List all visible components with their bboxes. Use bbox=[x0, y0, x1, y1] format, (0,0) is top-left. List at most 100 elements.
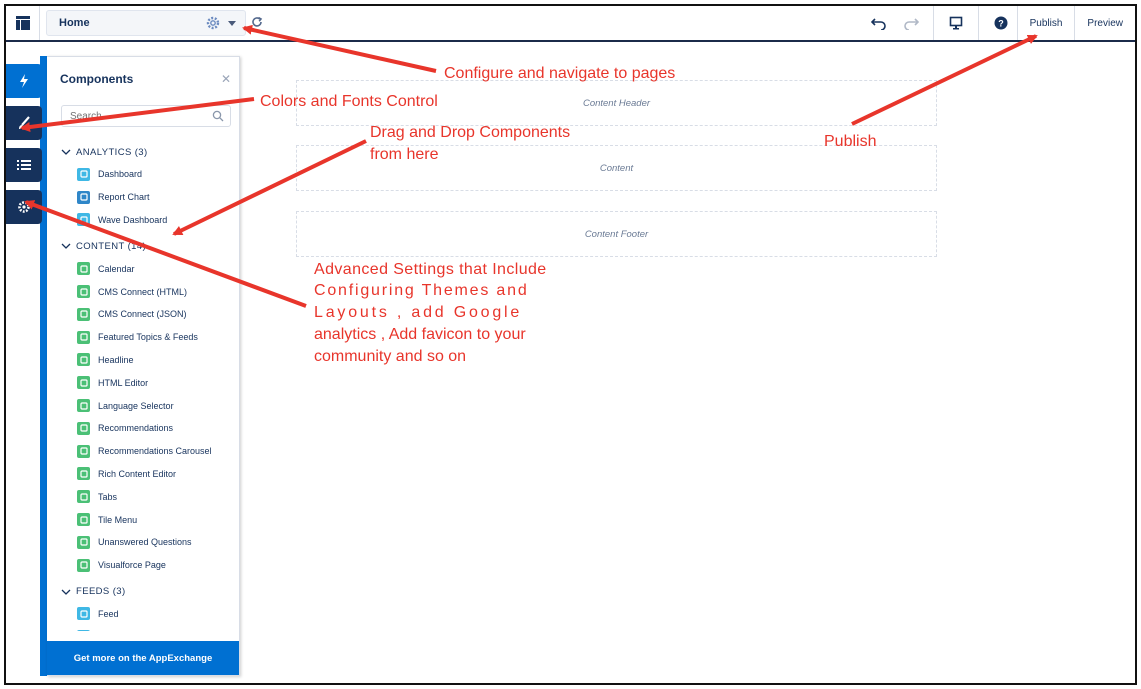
recommendations-icon bbox=[77, 421, 90, 435]
content-footer-region[interactable]: Content Footer bbox=[296, 211, 937, 257]
page-settings-gear-icon[interactable] bbox=[204, 14, 222, 32]
component-item[interactable]: Dashboard bbox=[47, 163, 239, 186]
component-item-label: Recommendations Carousel bbox=[98, 446, 212, 457]
annotation-advanced-line4: analytics , Add favicon to your bbox=[314, 326, 526, 343]
component-list: ANALYTICS (3) Dashboard Report Chart Wave D… bbox=[47, 137, 239, 631]
chevron-down-icon bbox=[61, 589, 71, 595]
cms-html-icon bbox=[77, 285, 90, 299]
component-group-header[interactable]: FEEDS (3) bbox=[47, 581, 239, 603]
chevron-down-icon[interactable] bbox=[228, 21, 236, 26]
search-input[interactable] bbox=[62, 106, 202, 127]
component-item[interactable]: CMS Connect (JSON) bbox=[47, 303, 239, 326]
device-preview-icon[interactable] bbox=[946, 13, 966, 33]
component-item[interactable]: HTML Editor bbox=[47, 371, 239, 394]
component-item[interactable]: Rich Content Editor bbox=[47, 463, 239, 486]
components-rail-button[interactable] bbox=[6, 64, 42, 98]
close-icon[interactable]: ✕ bbox=[221, 72, 231, 86]
recommendations-carousel-icon bbox=[77, 444, 90, 458]
feed-icon bbox=[77, 607, 90, 621]
page-structure-rail-button[interactable] bbox=[6, 148, 42, 182]
component-item[interactable]: Report Chart bbox=[47, 186, 239, 209]
dashboard-icon bbox=[77, 167, 90, 181]
component-search[interactable] bbox=[61, 105, 231, 127]
rich-content-editor-icon bbox=[77, 467, 90, 481]
component-item-label: Headline bbox=[98, 354, 134, 365]
wave-dashboard-icon bbox=[77, 213, 90, 227]
unanswered-questions-icon bbox=[77, 535, 90, 549]
chevron-down-icon bbox=[61, 243, 71, 250]
html-editor-icon bbox=[77, 376, 90, 390]
lightning-icon bbox=[20, 74, 28, 88]
component-item[interactable]: Featured Topics & Feeds bbox=[47, 326, 239, 349]
app-menu-icon[interactable] bbox=[6, 6, 40, 40]
calendar-icon bbox=[77, 262, 90, 276]
component-item[interactable]: Visualforce Page bbox=[47, 554, 239, 577]
component-item-label: Feed bbox=[98, 608, 119, 619]
component-item-label: HTML Editor bbox=[98, 377, 149, 388]
help-icon[interactable]: ? bbox=[991, 13, 1011, 33]
page-selector[interactable]: Home bbox=[46, 10, 246, 36]
builder-window: Home ? Publish Preview Components ✕ Sear… bbox=[4, 4, 1137, 685]
annotation-pages: Configure and navigate to pages bbox=[444, 65, 676, 82]
component-group-label: CONTENT (14) bbox=[76, 240, 147, 252]
list-icon bbox=[17, 160, 31, 170]
component-group-header[interactable]: ANALYTICS (3) bbox=[47, 141, 239, 163]
component-item[interactable]: Tabs bbox=[47, 485, 239, 508]
tabs-icon bbox=[77, 490, 90, 504]
annotation-advanced-line5: community and so on bbox=[314, 348, 467, 365]
publish-button[interactable]: Publish bbox=[1016, 6, 1076, 40]
component-item[interactable]: Language Selector bbox=[47, 394, 239, 417]
component-item[interactable]: Headline bbox=[47, 349, 239, 372]
component-item-label: Rich Content Editor bbox=[98, 468, 177, 479]
component-item-label: Dashboard bbox=[98, 169, 143, 180]
component-item[interactable]: Tile Menu bbox=[47, 508, 239, 531]
component-group-header[interactable]: CONTENT (14) bbox=[47, 235, 239, 257]
annotation-advanced-line1: Advanced Settings that Include bbox=[314, 261, 547, 278]
builder-left-rail bbox=[6, 56, 48, 683]
component-group-label: FEEDS (3) bbox=[76, 586, 126, 598]
settings-rail-button[interactable] bbox=[6, 190, 42, 224]
annotation-colors: Colors and Fonts Control bbox=[260, 93, 438, 110]
component-item[interactable]: Calendar bbox=[47, 257, 239, 280]
headline-icon bbox=[77, 353, 90, 367]
component-item-label: Featured Topics & Feeds bbox=[98, 332, 198, 343]
component-item-label: Language Selector bbox=[98, 400, 174, 411]
component-item[interactable]: Recommendations bbox=[47, 417, 239, 440]
annotation-publish: Publish bbox=[824, 133, 877, 150]
gear-icon bbox=[18, 201, 30, 213]
component-item[interactable]: Feed Compact bbox=[47, 625, 239, 631]
cms-json-icon bbox=[77, 307, 90, 321]
component-item[interactable]: CMS Connect (HTML) bbox=[47, 280, 239, 303]
feed-compact-icon bbox=[77, 630, 90, 631]
appexchange-button[interactable]: Get more on the AppExchange bbox=[47, 641, 239, 675]
components-panel: Components ✕ ANALYTICS (3) Dashboard Repor… bbox=[47, 56, 240, 676]
toolbar-divider bbox=[932, 6, 934, 40]
component-item-label: Recommendations bbox=[98, 423, 174, 434]
undo-icon[interactable] bbox=[869, 13, 889, 33]
theme-rail-button[interactable] bbox=[6, 106, 42, 140]
component-item-label: Wave Dashboard bbox=[98, 214, 168, 225]
component-item[interactable]: Recommendations Carousel bbox=[47, 440, 239, 463]
svg-text:?: ? bbox=[998, 19, 1004, 29]
component-item[interactable]: Feed bbox=[47, 603, 239, 626]
redo-icon[interactable] bbox=[901, 13, 921, 33]
chevron-down-icon bbox=[61, 149, 71, 155]
toolbar-divider bbox=[977, 6, 979, 40]
refresh-icon[interactable] bbox=[250, 15, 264, 29]
annotation-advanced-line2: Configuring Themes and bbox=[314, 282, 529, 299]
component-group-label: ANALYTICS (3) bbox=[76, 146, 148, 158]
component-item[interactable]: Wave Dashboard bbox=[47, 209, 239, 232]
component-item-label: Calendar bbox=[98, 263, 135, 274]
component-item-label: Visualforce Page bbox=[98, 560, 166, 571]
preview-button[interactable]: Preview bbox=[1075, 6, 1135, 40]
annotation-advanced-line3: Layouts , add Google bbox=[314, 304, 523, 321]
toolbar-actions: ? Publish Preview bbox=[863, 6, 1135, 40]
component-item-label: Tabs bbox=[98, 491, 118, 502]
component-item-label: CMS Connect (HTML) bbox=[98, 286, 188, 297]
language-selector-icon bbox=[77, 399, 90, 413]
search-icon bbox=[212, 110, 224, 122]
component-item-label: Unanswered Questions bbox=[98, 537, 192, 548]
component-item-label: CMS Connect (JSON) bbox=[98, 309, 187, 320]
tile-menu-icon bbox=[77, 513, 90, 527]
component-item[interactable]: Unanswered Questions bbox=[47, 531, 239, 554]
